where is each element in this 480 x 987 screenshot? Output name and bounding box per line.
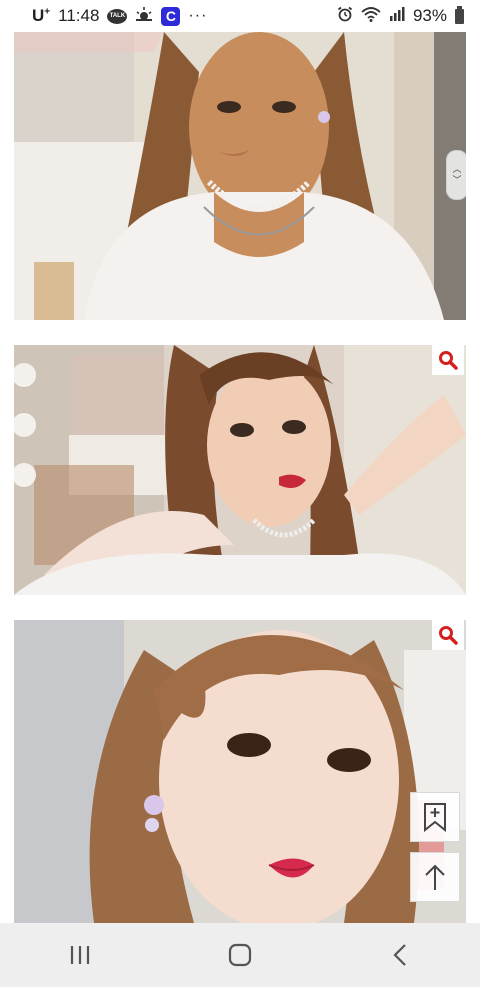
zoom-button[interactable] bbox=[432, 345, 464, 375]
status-bar-left: U+ 11:48 TALK C ··· bbox=[32, 6, 207, 27]
bookmark-add-button[interactable] bbox=[410, 792, 460, 842]
photo-makeup-pose[interactable] bbox=[14, 345, 466, 595]
photo-before-makeup[interactable]: ︿ ﹀ bbox=[14, 32, 466, 320]
arrow-up-icon bbox=[425, 864, 445, 890]
home-icon bbox=[228, 943, 252, 967]
magnifier-icon bbox=[439, 351, 458, 370]
c-app-icon: C bbox=[161, 6, 181, 26]
battery-percent: 93% bbox=[412, 6, 447, 25]
scroll-handle[interactable]: ︿ ﹀ bbox=[446, 150, 466, 200]
photo-makeup-closeup[interactable] bbox=[14, 620, 466, 923]
back-icon bbox=[393, 944, 406, 966]
bookmark-plus-icon bbox=[424, 803, 446, 832]
chevron-down-icon: ﹀ bbox=[452, 175, 462, 185]
status-bar-right: 93% bbox=[337, 5, 464, 27]
talk-icon: TALK bbox=[107, 8, 128, 24]
recent-apps-icon bbox=[70, 946, 90, 964]
carrier-label: U+ bbox=[32, 6, 51, 25]
battery-icon bbox=[455, 5, 464, 24]
more-notifications-icon: ··· bbox=[188, 7, 208, 24]
scroll-to-top-button[interactable] bbox=[410, 852, 460, 902]
status-bar: U+ 11:48 TALK C ··· 93% bbox=[0, 0, 480, 32]
recent-apps-button[interactable] bbox=[50, 935, 110, 975]
back-button[interactable] bbox=[370, 935, 430, 975]
chevron-up-icon: ︿ bbox=[452, 164, 462, 174]
navigation-bar bbox=[0, 923, 480, 987]
alarm-icon bbox=[337, 6, 353, 27]
magnifier-icon bbox=[439, 626, 458, 645]
signal-icon bbox=[389, 6, 405, 26]
home-button[interactable] bbox=[210, 935, 270, 975]
wifi-icon bbox=[361, 6, 381, 27]
zoom-button[interactable] bbox=[432, 620, 464, 650]
clock: 11:48 bbox=[58, 6, 100, 25]
weather-icon bbox=[135, 6, 153, 27]
